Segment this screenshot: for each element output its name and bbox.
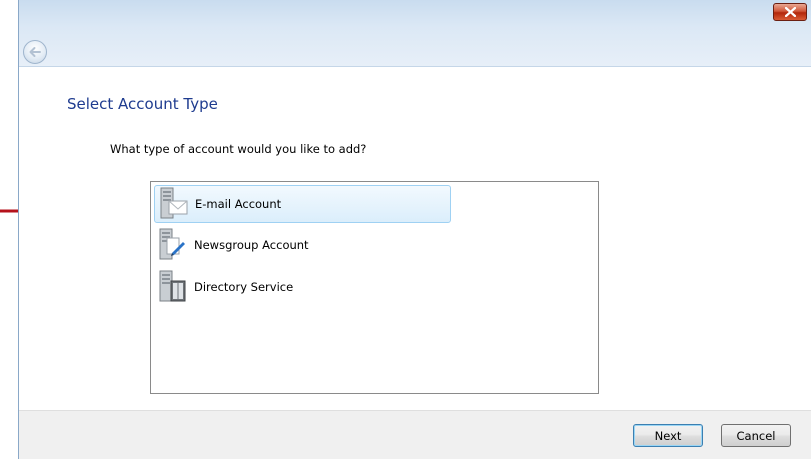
- list-item-label: E-mail Account: [195, 197, 282, 211]
- dialog-footer: Next Cancel: [19, 410, 811, 459]
- cancel-button[interactable]: Cancel: [721, 424, 791, 447]
- list-item-directory-service[interactable]: Directory Service: [154, 268, 451, 306]
- list-item-label: Newsgroup Account: [194, 238, 309, 252]
- page-title: Select Account Type: [67, 95, 218, 113]
- add-account-dialog: Select Account Type What type of account…: [18, 0, 811, 459]
- close-icon: [785, 7, 796, 17]
- close-button[interactable]: [773, 3, 807, 21]
- account-type-question: What type of account would you like to a…: [110, 142, 367, 156]
- email-account-icon: [158, 187, 190, 221]
- directory-service-icon: [157, 270, 189, 304]
- back-arrow-icon: [29, 47, 41, 57]
- back-button[interactable]: [23, 40, 47, 64]
- list-item-email-account[interactable]: E-mail Account: [154, 185, 451, 223]
- newsgroup-account-icon: [157, 228, 189, 262]
- account-type-list[interactable]: E-mail Account Newsgroup Account Directo…: [150, 181, 599, 394]
- next-button[interactable]: Next: [633, 424, 703, 447]
- list-item-label: Directory Service: [194, 280, 294, 294]
- title-bar: [19, 0, 811, 67]
- list-item-newsgroup-account[interactable]: Newsgroup Account: [154, 226, 451, 264]
